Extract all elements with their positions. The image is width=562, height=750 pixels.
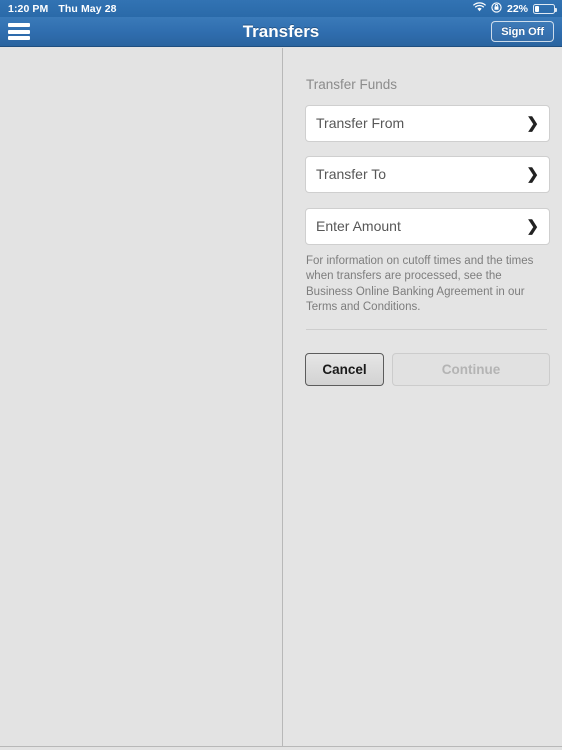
battery-percent-label: 22% [506,2,528,15]
app-root: 1:20 PM Thu May 28 22% Transfers Sign Of… [0,0,562,750]
continue-button[interactable]: Continue [392,353,550,386]
transfer-from-label: Transfer From [316,115,405,131]
enter-amount-field[interactable]: Enter Amount ❯ [305,208,550,245]
status-bar-date: Thu May 28 [58,2,117,15]
transfer-to-field[interactable]: Transfer To ❯ [305,156,550,193]
left-empty-pane [0,48,283,747]
transfer-from-field[interactable]: Transfer From ❯ [305,105,550,142]
chevron-right-icon: ❯ [526,166,539,183]
cancel-button[interactable]: Cancel [305,353,384,386]
transfer-form-pane: Transfer Funds Transfer From ❯ Transfer … [283,48,562,747]
wifi-icon [473,2,486,15]
rotation-lock-icon [491,1,502,16]
navigation-bar: Transfers Sign Off [0,17,562,47]
section-title: Transfer Funds [306,77,398,92]
status-bar-time: 1:20 PM [8,2,49,15]
section-divider [306,329,547,330]
status-bar-indicators: 22% [473,1,557,16]
chevron-right-icon: ❯ [526,115,539,132]
chevron-right-icon: ❯ [526,218,539,235]
content-area: Transfer Funds Transfer From ❯ Transfer … [0,48,562,750]
sign-off-button[interactable]: Sign Off [491,21,554,42]
page-title: Transfers [242,22,320,41]
enter-amount-label: Enter Amount [316,218,401,234]
disclaimer-text: For information on cutoff times and the … [306,255,534,313]
transfer-to-label: Transfer To [316,166,387,182]
status-bar: 1:20 PM Thu May 28 22% [0,0,562,17]
battery-icon [533,3,557,14]
